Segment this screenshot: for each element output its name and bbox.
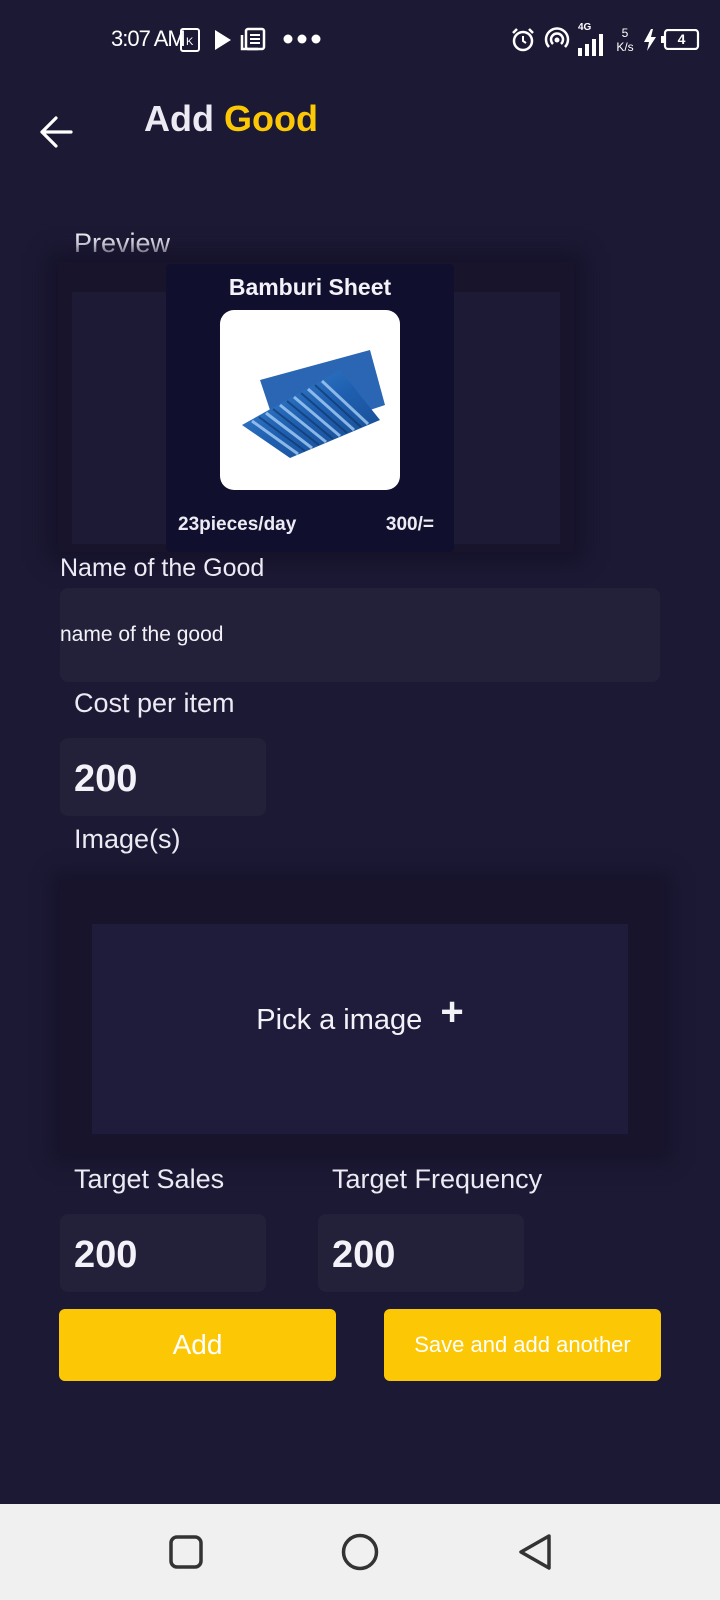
- plus-icon: +: [440, 990, 464, 1034]
- target-sales-value: 200: [74, 1234, 138, 1276]
- back-nav-icon[interactable]: [516, 1532, 554, 1572]
- network-speed: 5 K/s: [612, 26, 638, 54]
- page-title: Add Good: [144, 98, 318, 140]
- cost-input-value: 200: [74, 758, 138, 800]
- battery-level: 4: [677, 31, 686, 47]
- target-frequency-value: 200: [332, 1234, 396, 1276]
- alarm-icon: [512, 28, 534, 52]
- name-input-value: name of the good: [60, 623, 224, 646]
- card-title: Bamburi Sheet: [228, 274, 392, 300]
- speed-unit: K/s: [616, 40, 634, 54]
- network-type: 4G: [578, 22, 592, 33]
- card-rate: 23pieces/day: [178, 514, 297, 535]
- target-sales-input[interactable]: 200: [60, 1214, 266, 1292]
- name-label: Name of the Good: [60, 554, 265, 582]
- title-text: Add: [144, 98, 214, 139]
- signal-4g-icon: 4G: [578, 22, 608, 56]
- speed-value: 5: [621, 26, 629, 40]
- svg-text:K: K: [186, 36, 194, 48]
- hotspot-icon: [544, 27, 570, 48]
- charging-icon: [644, 29, 656, 51]
- status-time: 3:07 AM: [111, 26, 186, 51]
- pick-image-button[interactable]: Pick a image +: [92, 924, 628, 1134]
- news-icon: [240, 27, 266, 51]
- target-frequency-label: Target Frequency: [332, 1164, 543, 1194]
- more-notifications-icon: [283, 34, 321, 44]
- target-sales-label: Target Sales: [74, 1164, 225, 1194]
- system-nav-bar: [0, 1504, 720, 1600]
- notification-k-icon: K: [180, 28, 200, 52]
- roofing-sheet-icon: [242, 350, 385, 458]
- play-icon: [215, 30, 231, 50]
- card-price: 300/=: [385, 514, 434, 535]
- preview-label: Preview: [74, 228, 171, 258]
- preview-card: Bamburi Sheet 23pieces/day 300/=: [166, 264, 454, 552]
- save-and-add-another-button[interactable]: Save and add another: [384, 1309, 661, 1381]
- pick-image-label: Pick a image +: [92, 990, 628, 1039]
- title-accent-text: Good: [224, 98, 318, 139]
- target-frequency-input[interactable]: 200: [318, 1214, 524, 1292]
- cost-label: Cost per item: [74, 688, 235, 718]
- cost-input[interactable]: 200: [60, 738, 266, 816]
- add-button[interactable]: Add: [59, 1309, 336, 1381]
- images-label: Image(s): [74, 824, 181, 854]
- name-input[interactable]: name of the good: [60, 588, 660, 682]
- recents-icon[interactable]: [168, 1534, 204, 1570]
- status-bar: 3:07 AM K 4G 5 K/s 4: [0, 0, 720, 80]
- pick-image-text: Pick a image: [256, 1004, 423, 1036]
- home-icon[interactable]: [340, 1532, 380, 1572]
- battery-icon: 4: [660, 29, 700, 50]
- product-image: [220, 310, 400, 490]
- back-arrow-icon[interactable]: [38, 114, 74, 150]
